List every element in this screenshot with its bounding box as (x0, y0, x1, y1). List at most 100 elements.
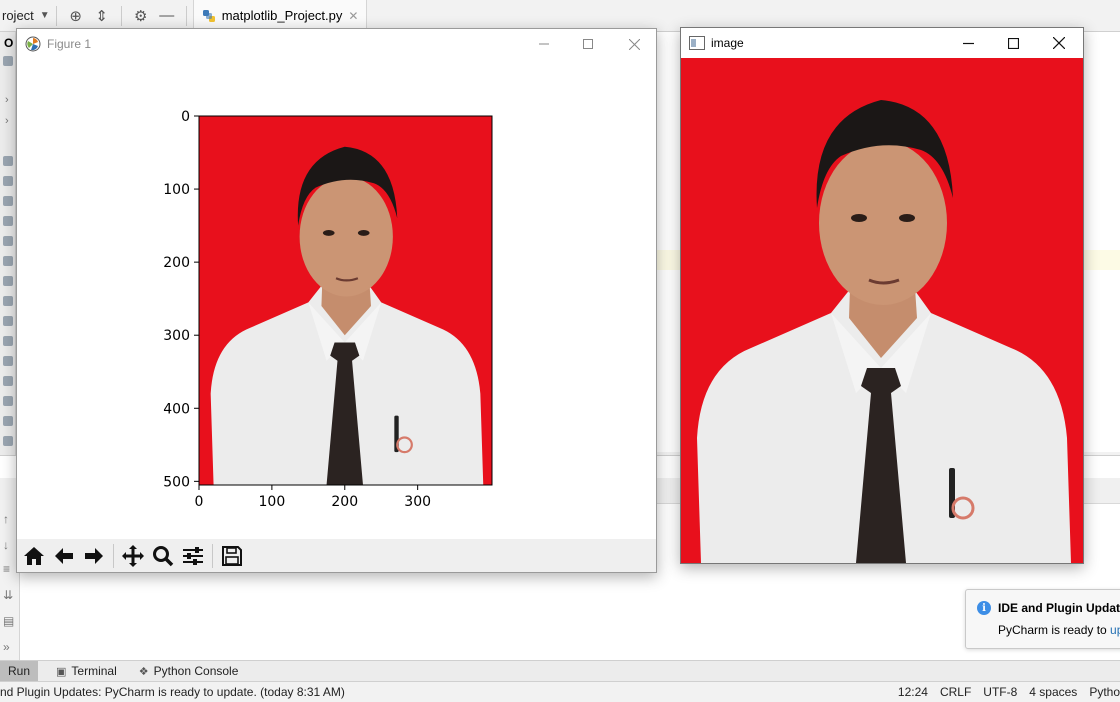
plot-image (199, 116, 492, 485)
chevron-down-icon: ▼ (39, 10, 50, 21)
close-icon[interactable] (1036, 28, 1082, 58)
update-notification[interactable]: i IDE and Plugin Update PyCharm is ready… (965, 589, 1120, 649)
status-message[interactable]: nd Plugin Updates: PyCharm is ready to u… (0, 685, 886, 699)
maximize-icon[interactable] (565, 29, 611, 59)
editor-tab-label: matplotlib_Project.py (221, 8, 343, 23)
figure-window: Figure 1 0 100 200 300 400 500 0 100 200 300 (16, 28, 657, 573)
file-icon (3, 396, 13, 406)
file-icon (3, 196, 13, 206)
face (299, 176, 393, 297)
caret-position[interactable]: 12:24 (898, 685, 928, 699)
plot-axes[interactable]: 0 100 200 300 400 500 0 100 200 300 (17, 59, 656, 539)
file-icon (3, 276, 13, 286)
file-icon (3, 356, 13, 366)
chevron-right-icon[interactable]: › (5, 115, 9, 127)
wrap-icon[interactable]: ≡ (3, 562, 10, 576)
python-file-icon (202, 9, 215, 22)
up-arrow-icon[interactable]: ↑ (3, 512, 9, 526)
minimize-icon[interactable] (521, 29, 567, 59)
tab-run[interactable]: Run (0, 660, 39, 682)
print-icon[interactable]: ▤ (3, 614, 14, 628)
file-icon (3, 256, 13, 266)
scroll-end-icon[interactable]: ⇊ (3, 588, 13, 602)
close-tab-icon[interactable]: ✕ (348, 9, 358, 23)
line-separator[interactable]: CRLF (940, 685, 971, 699)
down-arrow-icon[interactable]: ↓ (3, 538, 9, 552)
zoom-icon[interactable] (148, 541, 178, 571)
collapse-icon[interactable]: ⇕ (89, 3, 115, 29)
x-tick-label: 300 (404, 494, 431, 510)
figure-title-bar[interactable]: Figure 1 (17, 29, 656, 59)
tool-window-tabs: Run ▣ Terminal ❖ Python Console (0, 660, 1120, 682)
file-icon (3, 336, 13, 346)
y-tick-label: 400 (163, 401, 190, 417)
displayed-image (681, 58, 1083, 563)
image-window: image (680, 27, 1084, 564)
project-selector[interactable]: roject ▼ (2, 8, 50, 23)
back-icon[interactable] (49, 541, 79, 571)
notification-body: PyCharm is ready to up (998, 623, 1120, 637)
home-icon[interactable] (19, 541, 49, 571)
indent-setting[interactable]: 4 spaces (1029, 685, 1077, 699)
tab-terminal[interactable]: ▣ Terminal (48, 661, 125, 682)
y-tick-label: 200 (163, 255, 190, 271)
y-tick-label: 100 (163, 182, 190, 198)
image-window-title: image (711, 36, 744, 50)
configure-subplots-icon[interactable] (178, 541, 208, 571)
y-axis: 0 100 200 300 400 500 (163, 109, 199, 490)
toolbar-separator (55, 5, 57, 26)
face (819, 141, 947, 305)
project-label: roject (2, 8, 34, 23)
hide-icon[interactable]: — (154, 3, 180, 29)
desktop: roject ▼ ⊕ ⇕ ⚙ — matplotlib_Project.py ✕… (0, 0, 1120, 702)
folder-icon (3, 56, 13, 66)
pan-icon[interactable] (118, 541, 148, 571)
minimize-icon[interactable] (945, 28, 991, 58)
toolbar-separator (120, 5, 122, 26)
notification-link[interactable]: up (1110, 623, 1120, 637)
file-icon (3, 316, 13, 326)
image-window-icon (689, 36, 705, 50)
image-title-bar[interactable]: image (681, 28, 1083, 58)
notification-text: PyCharm is ready to (998, 623, 1111, 637)
file-icon (3, 416, 13, 426)
toolbar-separator (113, 543, 114, 568)
tab-terminal-label: Terminal (71, 664, 117, 678)
notification-title: IDE and Plugin Update (998, 601, 1120, 615)
panel-tag: O (4, 36, 14, 50)
close-icon[interactable] (611, 29, 657, 59)
matplotlib-logo-icon (25, 36, 41, 52)
y-tick-label: 500 (163, 474, 190, 490)
python-console-icon: ❖ (138, 665, 149, 678)
save-icon[interactable] (217, 541, 247, 571)
figure-window-title: Figure 1 (47, 37, 92, 51)
chevron-right-icon[interactable]: › (5, 94, 9, 106)
more-icon[interactable]: » (3, 640, 10, 654)
terminal-icon: ▣ (56, 665, 67, 678)
tab-python-console-label: Python Console (153, 664, 239, 678)
x-tick-label: 200 (331, 494, 358, 510)
status-bar: nd Plugin Updates: PyCharm is ready to u… (0, 681, 1120, 702)
matplotlib-toolbar (17, 539, 656, 572)
y-tick-label: 300 (163, 328, 190, 344)
x-axis: 0 100 200 300 (195, 485, 431, 510)
file-icon (3, 376, 13, 386)
toolbar-separator (212, 543, 213, 568)
interpreter[interactable]: Pytho (1089, 685, 1120, 699)
file-encoding[interactable]: UTF-8 (983, 685, 1017, 699)
x-tick-label: 100 (259, 494, 286, 510)
tab-python-console[interactable]: ❖ Python Console (131, 661, 247, 682)
y-tick-label: 0 (181, 109, 190, 125)
locate-icon[interactable]: ⊕ (63, 3, 89, 29)
gear-icon[interactable]: ⚙ (128, 3, 154, 29)
maximize-icon[interactable] (990, 28, 1036, 58)
forward-icon[interactable] (79, 541, 109, 571)
editor-tab[interactable]: matplotlib_Project.py ✕ (192, 0, 368, 32)
file-icon (3, 436, 13, 446)
file-icon (3, 236, 13, 246)
file-icon (3, 216, 13, 226)
info-icon: i (977, 601, 991, 615)
file-icon (3, 156, 13, 166)
x-tick-label: 0 (195, 494, 204, 510)
toolbar-separator (185, 5, 187, 26)
